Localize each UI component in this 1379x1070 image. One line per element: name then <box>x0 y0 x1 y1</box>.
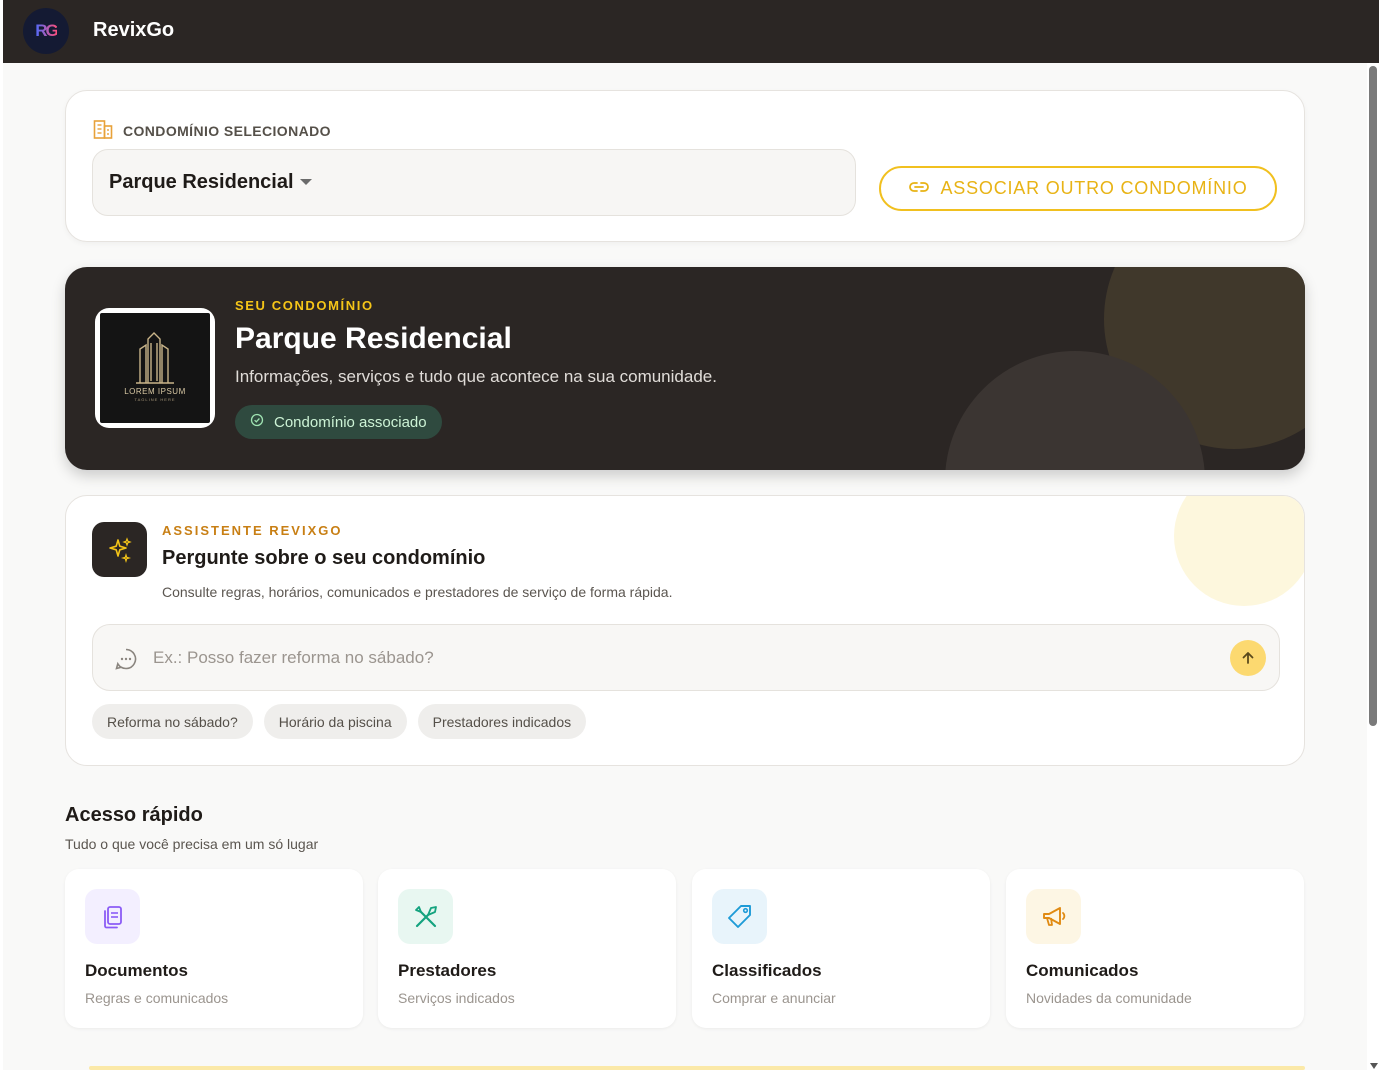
assistant-input-placeholder: Ex.: Posso fazer reforma no sábado? <box>153 648 434 667</box>
assistant-card: ASSISTENTE REVIXGO Pergunte sobre o seu … <box>65 495 1305 766</box>
condo-logo-text: LOREM IPSUM <box>124 387 186 396</box>
quick-access-item-title: Classificados <box>712 961 822 980</box>
app-title: RevixGo <box>93 19 175 41</box>
building-icon <box>93 117 113 144</box>
condo-select-label: CONDOMÍNIO SELECIONADO <box>123 122 331 139</box>
assistant-title: Pergunte sobre o seu condomínio <box>162 547 486 569</box>
condo-select-header: CONDOMÍNIO SELECIONADO <box>93 117 331 144</box>
suggestion-chip[interactable]: Prestadores indicados <box>417 704 587 739</box>
next-section-edge <box>89 1066 1305 1070</box>
scrollbar-thumb[interactable] <box>1369 66 1377 726</box>
quick-access-classifieds[interactable]: Classificados Comprar e anunciar <box>692 869 990 1028</box>
quick-access-item-subtitle: Novidades da comunidade <box>1026 990 1192 1006</box>
associate-condo-label: ASSOCIAR OUTRO CONDOMÍNIO <box>940 178 1248 198</box>
suggestion-chip[interactable]: Reforma no sábado? <box>92 704 253 739</box>
condo-hero-card: LOREM IPSUM TAGLINE HERE SEU CONDOMÍNIO … <box>65 267 1305 470</box>
hero-description: Informações, serviços e tudo que acontec… <box>235 367 717 386</box>
tools-icon <box>398 889 453 944</box>
assistant-eyebrow: ASSISTENTE REVIXGO <box>162 523 343 538</box>
associated-badge-label: Condomínio associado <box>274 413 427 431</box>
chat-bubble-icon <box>114 647 138 676</box>
send-button[interactable] <box>1230 640 1266 676</box>
condo-select-card: CONDOMÍNIO SELECIONADO Parque Residencia… <box>65 90 1305 242</box>
associate-condo-button[interactable]: ASSOCIAR OUTRO CONDOMÍNIO <box>879 166 1277 211</box>
quick-access-item-title: Comunicados <box>1026 961 1139 980</box>
quick-access-item-subtitle: Regras e comunicados <box>85 990 229 1006</box>
quick-access-item-subtitle: Comprar e anunciar <box>712 990 836 1006</box>
arrow-up-icon <box>1242 652 1254 664</box>
quick-access-item-title: Prestadores <box>398 961 497 980</box>
app-logo[interactable]: RG <box>23 8 69 54</box>
quick-access-item-title: Documentos <box>85 961 188 980</box>
quick-access-announcements[interactable]: Comunicados Novidades da comunidade <box>1006 869 1304 1028</box>
suggestion-chip[interactable]: Horário da piscina <box>263 704 407 739</box>
sparkles-icon <box>92 522 147 577</box>
quick-access-providers[interactable]: Prestadores Serviços indicados <box>378 869 676 1028</box>
quick-access-item-subtitle: Serviços indicados <box>398 990 515 1006</box>
condo-logo-tagline: TAGLINE HERE <box>134 397 176 402</box>
condo-select-dropdown[interactable]: Parque Residencial <box>92 149 856 216</box>
quick-access-title: Acesso rápido <box>65 804 203 826</box>
associated-badge: Condomínio associado <box>235 405 442 439</box>
link-icon <box>908 178 930 199</box>
tag-icon <box>712 889 767 944</box>
megaphone-icon <box>1026 889 1081 944</box>
assistant-question-input[interactable]: Ex.: Posso fazer reforma no sábado? <box>92 624 1280 691</box>
assistant-description: Consulte regras, horários, comunicados e… <box>162 584 673 600</box>
scroll-down-icon[interactable] <box>1370 1063 1378 1069</box>
caret-down-icon <box>300 179 312 185</box>
top-bar: RG RevixGo <box>0 0 1379 63</box>
building-logo-icon <box>136 332 174 384</box>
app-logo-text: RG <box>35 21 58 40</box>
documents-icon <box>85 889 140 944</box>
hero-title: Parque Residencial <box>235 322 512 355</box>
hero-eyebrow: SEU CONDOMÍNIO <box>235 298 374 313</box>
condo-select-value: Parque Residencial <box>109 171 294 193</box>
main-content: CONDOMÍNIO SELECIONADO Parque Residencia… <box>3 63 1367 1070</box>
decor-circle <box>1174 496 1304 606</box>
check-circle-icon <box>250 413 264 431</box>
window-edge <box>0 0 3 63</box>
condo-logo: LOREM IPSUM TAGLINE HERE <box>95 308 215 428</box>
quick-access-documents[interactable]: Documentos Regras e comunicados <box>65 869 363 1028</box>
page-scrollbar[interactable] <box>1367 63 1379 1070</box>
quick-access-subtitle: Tudo o que você precisa em um só lugar <box>65 836 319 852</box>
suggestion-chips: Reforma no sábado? Horário da piscina Pr… <box>92 704 587 739</box>
